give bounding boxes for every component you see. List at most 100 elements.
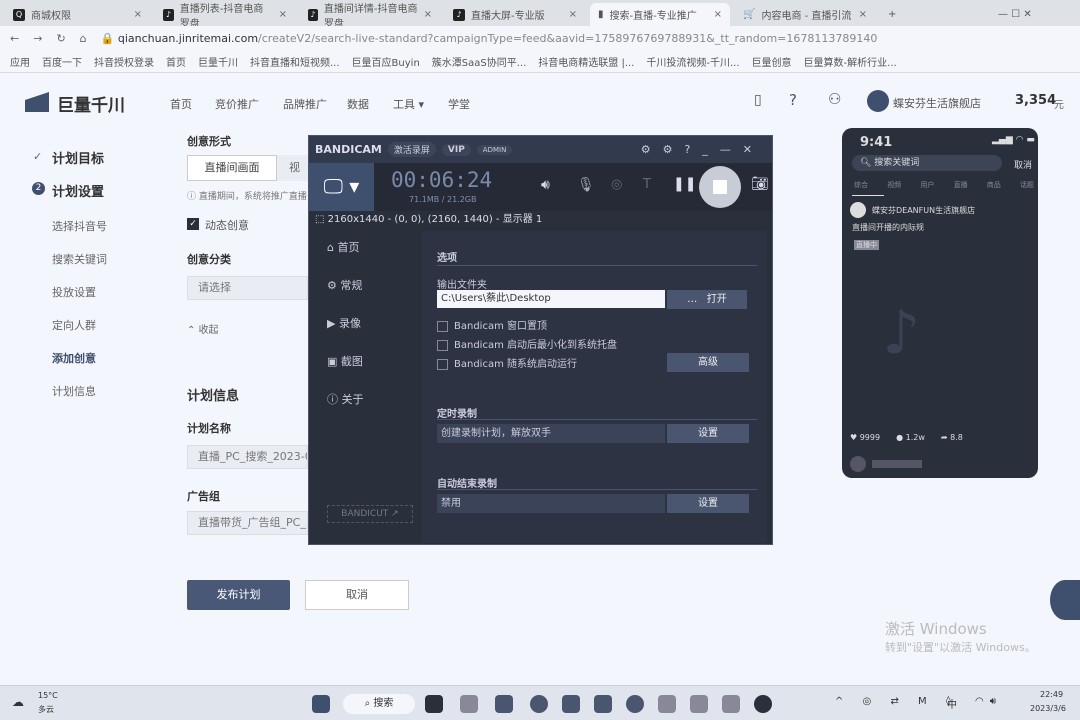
- advanced-button[interactable]: 高级: [667, 353, 749, 372]
- tray-icons[interactable]: ^ ◎ ⇄ M ◊: [835, 696, 959, 707]
- store-icon[interactable]: [562, 695, 580, 713]
- vip-badge[interactable]: VIP: [441, 143, 471, 156]
- nav-bidding[interactable]: 竞价推广: [215, 96, 259, 112]
- weather-temp[interactable]: 15°C: [38, 691, 58, 700]
- browse-button[interactable]: … 打开: [667, 290, 747, 309]
- dynamic-creative-checkbox[interactable]: ✓: [187, 218, 199, 230]
- browser-tab-active[interactable]: ▮ 搜索-直播-专业推广 ×: [590, 3, 730, 26]
- step-item[interactable]: 搜索关键词: [52, 251, 107, 267]
- side-image[interactable]: ▣ 截图: [327, 353, 363, 369]
- forward-icon[interactable]: →: [33, 32, 42, 45]
- assistant-mascot-icon[interactable]: [1050, 580, 1080, 620]
- ime-indicator[interactable]: 中: [947, 696, 957, 711]
- side-home[interactable]: ⌂ 首页: [327, 239, 359, 255]
- collapse-link[interactable]: ⌃ 收起: [187, 321, 219, 336]
- clock-date[interactable]: 2023/3/6: [1030, 704, 1066, 713]
- step-plan-settings[interactable]: 计划设置: [52, 181, 104, 200]
- avatar[interactable]: [867, 90, 889, 112]
- timed-settings-button[interactable]: 设置: [667, 424, 749, 443]
- option-live-screen[interactable]: 直播间画面: [187, 155, 277, 181]
- close-icon[interactable]: ×: [714, 9, 722, 20]
- window-controls[interactable]: — ☐ ✕: [990, 3, 1040, 26]
- step-item[interactable]: 选择抖音号: [52, 218, 107, 234]
- explorer-icon[interactable]: [495, 695, 513, 713]
- message-icon[interactable]: ⚇: [828, 90, 841, 108]
- nav-academy[interactable]: 学堂: [448, 96, 470, 112]
- store-name[interactable]: 蝶安芬生活旗舰店: [893, 95, 981, 111]
- step-item[interactable]: 计划信息: [52, 383, 96, 399]
- bookmark[interactable]: 巨量百应Buyin: [352, 54, 420, 69]
- option-video[interactable]: 视频: [277, 155, 308, 181]
- webcam-icon[interactable]: ◎: [611, 177, 622, 192]
- check-minimize[interactable]: Bandicam 启动后最小化到系统托盘: [437, 336, 617, 351]
- url-field[interactable]: 🔒 qianchuan.jinritemai.com/createV2/sear…: [101, 32, 878, 45]
- side-general[interactable]: ⚙ 常规: [327, 277, 362, 293]
- nav-home[interactable]: 首页: [170, 96, 192, 112]
- screen-mode-icon[interactable]: 🖵 ▾: [309, 163, 374, 211]
- widgets-icon[interactable]: [460, 695, 478, 713]
- close-icon[interactable]: ×: [424, 9, 432, 20]
- camera-icon[interactable]: 📷︎: [751, 176, 769, 192]
- bookmark[interactable]: 巨量创意: [752, 54, 792, 69]
- bookmark[interactable]: 千川投流视频-千川...: [646, 54, 739, 69]
- mic-icon[interactable]: 🎙︎: [577, 177, 595, 193]
- nav-brand[interactable]: 品牌推广: [283, 96, 327, 112]
- taskview-icon[interactable]: [425, 695, 443, 713]
- bookmark[interactable]: 巨量千川: [198, 54, 238, 69]
- browser-tab[interactable]: Q 商城权限 ×: [5, 3, 150, 26]
- step-item[interactable]: 投放设置: [52, 284, 96, 300]
- side-about[interactable]: ⓘ 关于: [327, 391, 364, 407]
- wps-icon[interactable]: [658, 695, 676, 713]
- start-icon[interactable]: [312, 695, 330, 713]
- back-icon[interactable]: ←: [10, 32, 19, 45]
- close-icon[interactable]: ×: [859, 9, 867, 20]
- step-item[interactable]: 定向人群: [52, 317, 96, 333]
- clock-time[interactable]: 22:49: [1040, 690, 1063, 699]
- category-select[interactable]: 请选择: [187, 276, 308, 300]
- app-icon[interactable]: [722, 695, 740, 713]
- weather-icon[interactable]: ☁: [12, 695, 24, 709]
- bookmark[interactable]: 应用: [10, 54, 30, 69]
- cancel-button[interactable]: 取消: [305, 580, 409, 610]
- help-icon[interactable]: ?: [789, 91, 797, 109]
- new-tab-button[interactable]: +: [880, 3, 904, 26]
- bookmark[interactable]: 抖音电商精选联盟 |...: [538, 54, 634, 69]
- bookmark[interactable]: 抖音授权登录: [94, 54, 154, 69]
- step-plan-goal[interactable]: 计划目标: [52, 148, 104, 167]
- bookmark[interactable]: 百度一下: [42, 54, 82, 69]
- autoend-settings-button[interactable]: 设置: [667, 494, 749, 513]
- check-autostart[interactable]: Bandicam 随系统启动运行: [437, 355, 577, 370]
- browser-tab[interactable]: ♪ 直播间详情-抖音电商罗盘 ×: [300, 3, 440, 30]
- nav-tools[interactable]: 工具 ▾: [393, 96, 424, 112]
- cloud-icon[interactable]: [594, 695, 612, 713]
- weather-text[interactable]: 多云: [38, 704, 54, 715]
- browser-tab[interactable]: ♪ 直播列表-抖音电商罗盘 ×: [155, 3, 295, 30]
- close-icon[interactable]: ×: [569, 9, 577, 20]
- close-icon[interactable]: ×: [134, 9, 142, 20]
- adgroup-input[interactable]: 直播带货_广告组_PC_: [187, 511, 308, 535]
- reload-icon[interactable]: ↻: [56, 32, 65, 45]
- close-icon[interactable]: ×: [279, 9, 287, 20]
- bandicam-taskbar-icon[interactable]: [754, 695, 772, 713]
- network-volume-icons[interactable]: ◠🔊︎: [975, 696, 1002, 707]
- pause-icon[interactable]: ❚❚: [673, 176, 696, 192]
- bookmark[interactable]: 首页: [166, 54, 186, 69]
- window-controls[interactable]: ⚙⚙?_—✕: [641, 143, 772, 156]
- bandicut-link[interactable]: BANDICUT ↗: [327, 505, 413, 523]
- step-item-active[interactable]: 添加创意: [52, 350, 96, 366]
- bookmark[interactable]: 抖音直播和短视频...: [250, 54, 340, 69]
- home-icon[interactable]: ⌂: [80, 32, 87, 45]
- output-path-input[interactable]: C:\Users\蔡此\Desktop: [437, 290, 665, 308]
- phone-icon[interactable]: ▯: [754, 92, 762, 108]
- plan-name-input[interactable]: 直播_PC_搜索_2023-03-: [187, 445, 308, 469]
- check-topmost[interactable]: Bandicam 窗口置顶: [437, 317, 547, 332]
- taskbar-search[interactable]: ⌕ 搜索: [343, 694, 415, 714]
- edge-icon[interactable]: [530, 695, 548, 713]
- speaker-icon[interactable]: 🔊︎: [541, 177, 550, 193]
- nav-data[interactable]: 数据: [347, 96, 369, 112]
- browser-tab[interactable]: 🛒 内容电商 - 直播引流 ×: [735, 3, 875, 26]
- side-video[interactable]: ▶ 录像: [327, 315, 361, 331]
- chrome-icon[interactable]: [626, 695, 644, 713]
- browser-tab[interactable]: ♪ 直播大屏-专业版 ×: [445, 3, 585, 26]
- publish-button[interactable]: 发布计划: [187, 580, 290, 610]
